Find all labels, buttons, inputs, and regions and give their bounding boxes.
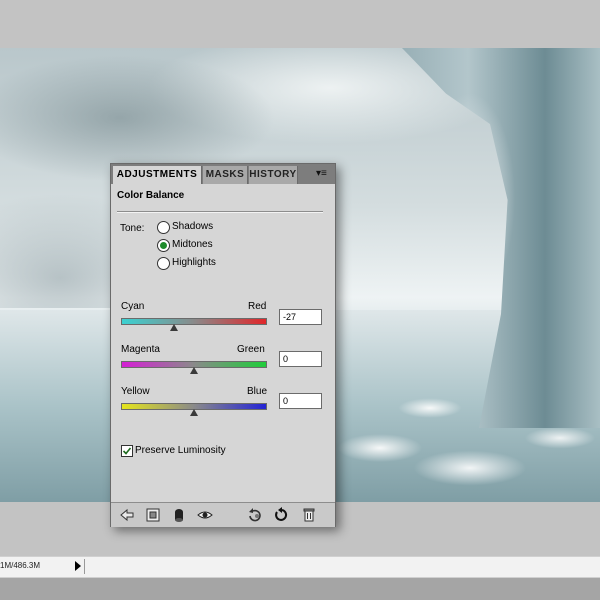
yellow-blue-value-input[interactable]: 0 <box>279 393 322 409</box>
slider-magenta-label: Magenta <box>121 344 160 355</box>
cyan-red-slider-thumb[interactable] <box>170 324 179 331</box>
doc-size-info: 1M/486.3M <box>0 561 41 570</box>
radio-button[interactable] <box>157 239 170 252</box>
radio-button[interactable] <box>157 221 170 234</box>
radio-label: Shadows <box>172 221 214 232</box>
reset-icon[interactable] <box>273 507 289 523</box>
status-bar: 1M/486.3M <box>0 556 600 578</box>
bottom-strip <box>0 578 600 600</box>
radio-selected-dot <box>160 242 167 249</box>
status-menu-arrow-icon[interactable] <box>75 561 81 571</box>
slider-green-label: Green <box>237 344 265 355</box>
cyan-red-value-input[interactable]: -27 <box>279 309 322 325</box>
checkmark-icon <box>122 447 132 455</box>
status-divider <box>84 559 85 574</box>
clip-to-layer-icon[interactable] <box>171 507 187 523</box>
panel-menu-icon[interactable]: ▾≡ <box>316 168 332 180</box>
yellow-blue-slider-thumb[interactable] <box>190 409 198 416</box>
preserve-luminosity-checkbox[interactable] <box>121 445 133 457</box>
magenta-green-slider-thumb[interactable] <box>190 367 198 374</box>
tab-adjustments[interactable]: ADJUSTMENTS <box>113 166 202 184</box>
panel-tab-bar: ADJUSTMENTS MASKS HISTORY ▾≡ <box>111 164 335 184</box>
adjustments-panel: ADJUSTMENTS MASKS HISTORY ▾≡ Color Balan… <box>110 163 336 527</box>
preserve-luminosity-label: Preserve Luminosity <box>135 445 226 456</box>
expand-view-icon[interactable] <box>145 507 161 523</box>
tab-history[interactable]: HISTORY <box>249 166 298 184</box>
cyan-red-slider-track[interactable] <box>121 318 267 325</box>
panel-title: Color Balance <box>117 190 185 201</box>
view-previous-icon[interactable] <box>247 507 263 523</box>
slider-yellow-label: Yellow <box>121 386 150 397</box>
radio-button[interactable] <box>157 257 170 270</box>
image-ice-floes <box>320 378 600 502</box>
radio-label: Highlights <box>172 257 216 268</box>
trash-icon[interactable] <box>301 507 317 523</box>
slider-blue-label: Blue <box>247 386 268 397</box>
visibility-eye-icon[interactable] <box>197 507 213 523</box>
divider <box>117 211 323 213</box>
tone-label: Tone: <box>120 223 145 234</box>
radio-label: Midtones <box>172 239 213 250</box>
magenta-green-value-input[interactable]: 0 <box>279 351 322 367</box>
back-arrow-icon[interactable] <box>119 507 135 523</box>
panel-footer <box>111 502 335 527</box>
slider-cyan-label: Cyan <box>121 301 145 312</box>
tab-masks[interactable]: MASKS <box>203 166 248 184</box>
slider-red-label: Red <box>248 301 267 312</box>
